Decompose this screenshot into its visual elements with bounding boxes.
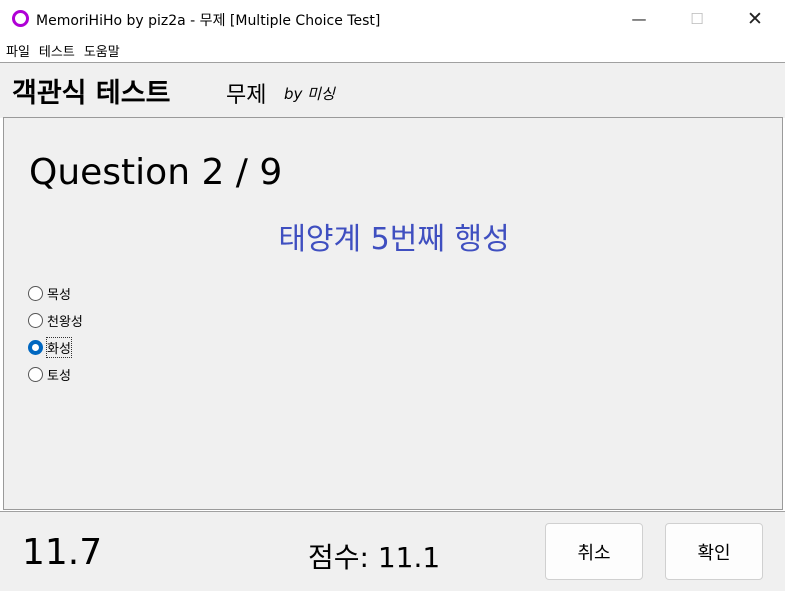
score-display: 점수: 11.1 xyxy=(308,541,441,574)
radio-button-checked[interactable] xyxy=(28,340,43,355)
radio-button[interactable] xyxy=(28,286,43,301)
radio-button[interactable] xyxy=(28,367,43,382)
footer-bar: 11.7 점수: 11.1 취소 확인 xyxy=(0,511,785,591)
confirm-button[interactable]: 확인 xyxy=(665,523,763,580)
option-label: 화성 xyxy=(46,337,72,358)
answer-option[interactable]: 토성 xyxy=(28,361,83,388)
option-label: 토성 xyxy=(47,369,71,384)
answer-option-selected[interactable]: 화성 xyxy=(28,334,83,361)
maximize-button[interactable]: ☐ xyxy=(668,0,726,38)
answer-option[interactable]: 천왕성 xyxy=(28,307,83,334)
option-label: 천왕성 xyxy=(47,315,83,330)
menu-file[interactable]: 파일 xyxy=(6,41,30,60)
option-label: 목성 xyxy=(47,288,71,303)
close-button[interactable]: ✕ xyxy=(726,0,784,38)
menu-test[interactable]: 테스트 xyxy=(39,41,75,60)
menu-bar: 파일 테스트 도움말 xyxy=(0,38,785,62)
radio-button[interactable] xyxy=(28,313,43,328)
cancel-button[interactable]: 취소 xyxy=(545,523,643,580)
test-header: 객관식 테스트 무제 by 미싱 xyxy=(0,62,785,118)
question-prompt: 태양계 5번째 행성 xyxy=(278,222,510,257)
question-counter: Question 2 / 9 xyxy=(29,152,283,193)
minimize-button[interactable]: — xyxy=(610,0,668,38)
test-type-title: 객관식 테스트 xyxy=(12,78,171,109)
menu-help[interactable]: 도움말 xyxy=(84,41,120,60)
test-name: 무제 xyxy=(226,83,267,108)
answer-options: 목성 천왕성 화성 토성 xyxy=(28,280,83,388)
timer-display: 11.7 xyxy=(22,532,103,573)
window-title: MemoriHiHo by piz2a - 무제 [Multiple Choic… xyxy=(36,13,381,29)
title-bar: MemoriHiHo by piz2a - 무제 [Multiple Choic… xyxy=(0,0,785,38)
app-logo-icon xyxy=(12,10,29,27)
test-author: by 미싱 xyxy=(284,85,335,103)
question-panel: Question 2 / 9 태양계 5번째 행성 목성 천왕성 화성 토성 xyxy=(3,117,783,510)
answer-option[interactable]: 목성 xyxy=(28,280,83,307)
